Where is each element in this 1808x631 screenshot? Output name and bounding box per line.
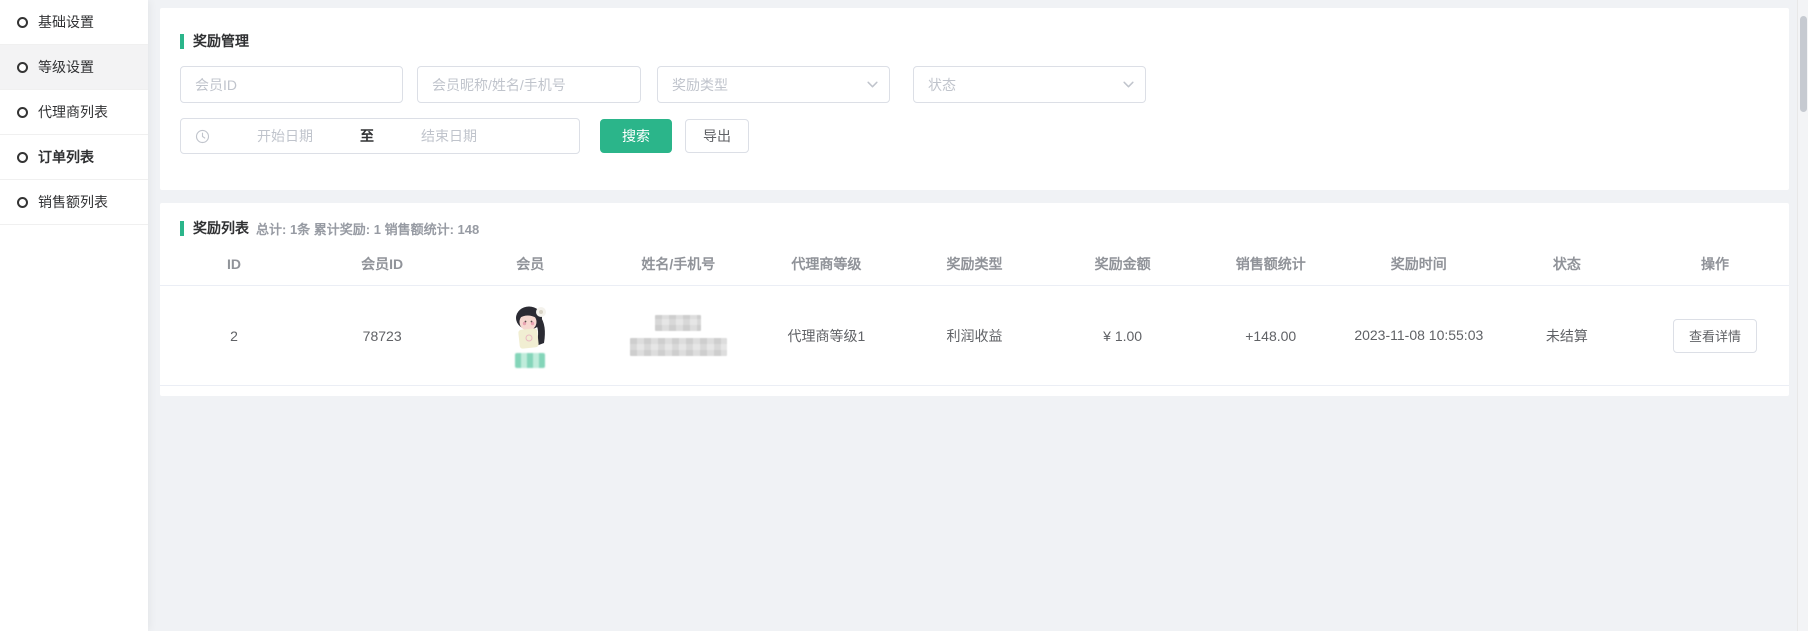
- blurred-name: [655, 315, 701, 331]
- scrollbar-track: [1797, 0, 1808, 631]
- reward-filter-card: 奖励管理: [160, 8, 1789, 190]
- cell-action: 查看详情: [1641, 319, 1789, 353]
- column-header-action: 操作: [1641, 254, 1789, 274]
- title-accent-bar: [180, 221, 184, 236]
- cell-agent-level: 代理商等级1: [752, 326, 900, 346]
- cell-reward-amount: ¥ 1.00: [1049, 328, 1197, 344]
- column-header-member-id: 会员ID: [308, 254, 456, 274]
- sidebar-item-sales-list[interactable]: 销售额列表: [0, 180, 148, 225]
- date-range-picker[interactable]: 至: [180, 118, 580, 154]
- sidebar-item-label: 订单列表: [38, 147, 94, 167]
- page-title: 奖励管理: [193, 31, 249, 51]
- reward-type-select-input[interactable]: [657, 66, 890, 103]
- column-header-status: 状态: [1493, 254, 1641, 274]
- circle-icon: [17, 17, 28, 28]
- status-select[interactable]: [913, 66, 1146, 103]
- circle-icon: [17, 197, 28, 208]
- column-header-member: 会员: [456, 254, 604, 274]
- column-header-reward-type: 奖励类型: [900, 254, 1048, 274]
- cell-sales-total: +148.00: [1197, 328, 1345, 344]
- circle-icon: [17, 62, 28, 73]
- scrollbar-thumb[interactable]: [1800, 16, 1807, 112]
- list-summary: 总计: 1条 累计奖励: 1 销售额统计: 148: [256, 219, 479, 238]
- sidebar-item-label: 代理商列表: [38, 102, 108, 122]
- column-header-name-phone: 姓名/手机号: [604, 254, 752, 274]
- sidebar-item-label: 等级设置: [38, 57, 94, 77]
- cell-member-id: 78723: [308, 328, 456, 344]
- column-header-sales-total: 销售额统计: [1197, 254, 1345, 274]
- member-tag-blurred: [515, 353, 545, 368]
- status-select-input[interactable]: [913, 66, 1146, 103]
- table-header-row: ID 会员ID 会员 姓名/手机号 代理商等级 奖励类型 奖励金额 销售额统计 …: [160, 243, 1789, 286]
- sidebar-item-level-settings[interactable]: 等级设置: [0, 45, 148, 90]
- cell-member: [456, 304, 604, 368]
- sidebar-item-order-list[interactable]: 订单列表: [0, 135, 148, 180]
- column-header-reward-amount: 奖励金额: [1049, 254, 1197, 274]
- member-name-input[interactable]: [417, 66, 641, 103]
- circle-icon: [17, 107, 28, 118]
- list-title: 奖励列表: [193, 218, 249, 238]
- view-detail-button[interactable]: 查看详情: [1673, 319, 1757, 353]
- table-row: 2 78723: [160, 286, 1789, 386]
- sidebar-item-label: 销售额列表: [38, 192, 108, 212]
- cell-id: 2: [160, 328, 308, 344]
- title-accent-bar: [180, 34, 184, 49]
- column-header-reward-time: 奖励时间: [1345, 254, 1493, 274]
- search-button[interactable]: 搜索: [600, 119, 672, 153]
- sidebar: 基础设置 等级设置 代理商列表 订单列表 销售额列表: [0, 0, 148, 631]
- reward-list-card: 奖励列表 总计: 1条 累计奖励: 1 销售额统计: 148 ID 会员ID 会…: [160, 203, 1789, 396]
- date-separator-label: 至: [360, 126, 374, 146]
- export-button[interactable]: 导出: [685, 119, 749, 153]
- clock-icon: [195, 129, 210, 144]
- sidebar-item-agent-list[interactable]: 代理商列表: [0, 90, 148, 135]
- column-header-agent-level: 代理商等级: [752, 254, 900, 274]
- reward-type-select[interactable]: [657, 66, 890, 103]
- list-card-title: 奖励列表 总计: 1条 累计奖励: 1 销售额统计: 148: [160, 218, 1789, 238]
- sidebar-item-label: 基础设置: [38, 12, 94, 32]
- sidebar-item-basic-settings[interactable]: 基础设置: [0, 0, 148, 45]
- filter-row-inputs: [180, 66, 1769, 103]
- cell-name-phone: [604, 315, 752, 356]
- circle-icon: [17, 152, 28, 163]
- end-date-input[interactable]: [374, 128, 524, 144]
- start-date-input[interactable]: [210, 128, 360, 144]
- cell-reward-type: 利润收益: [900, 326, 1048, 346]
- cell-reward-time: 2023-11-08 10:55:03: [1345, 325, 1493, 345]
- column-header-id: ID: [160, 256, 308, 272]
- filter-card-title: 奖励管理: [180, 31, 1769, 51]
- member-id-input[interactable]: [180, 66, 403, 103]
- main-content: 奖励管理: [148, 0, 1797, 631]
- member-avatar: [510, 304, 550, 350]
- filter-row-date: 至 搜索 导出: [180, 118, 1769, 154]
- blurred-phone: [630, 338, 727, 356]
- cell-status: 未结算: [1493, 326, 1641, 346]
